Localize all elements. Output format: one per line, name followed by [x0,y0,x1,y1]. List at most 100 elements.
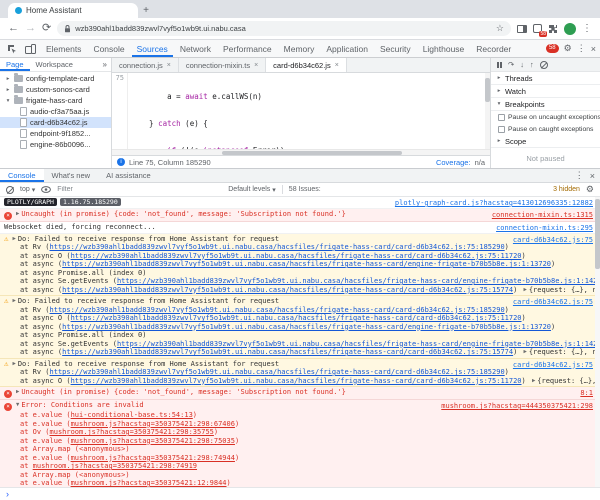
stack-link[interactable]: hui-conditional-base.ts:54:13 [71,411,193,419]
stack-link[interactable]: https://wzb390ahl1badd839zwvl7vyf5o1wb9t… [62,323,551,331]
stack-link[interactable]: https://wzb390ahl1badd839zwvl7vyf5o1wb9t… [62,260,551,268]
checkbox[interactable] [498,126,505,133]
checkbox[interactable] [498,114,505,121]
error-count-badge[interactable]: 58 [546,44,559,53]
step-into-icon[interactable]: ↓ [520,60,524,69]
close-icon[interactable]: × [335,62,339,69]
stack-link[interactable]: mushroom.js?hacstag=350375421:298:67406 [71,420,235,428]
close-icon[interactable]: × [167,62,171,69]
stack-link[interactable]: mushroom.js?hacstag=350375421:298:74944 [71,454,235,462]
hidden-messages-count[interactable]: 3 hidden [553,186,580,193]
expand-icon[interactable]: ▶ [13,297,16,306]
deactivate-breakpoints-icon[interactable] [540,61,548,69]
coverage-link[interactable]: Coverage: [436,158,471,167]
drawer-close-icon[interactable]: × [590,171,595,181]
expand-icon[interactable]: ▶ [532,377,535,386]
expand-icon[interactable]: ▶ [13,360,16,369]
eye-icon[interactable] [41,186,51,193]
section-watch[interactable]: ▸Watch [491,85,600,98]
browser-tab[interactable]: Home Assistant [8,3,138,18]
stack-link[interactable]: mushroom.js?hacstag=350375421:12:9844 [71,479,227,487]
pause-icon[interactable] [497,62,502,68]
stack-link[interactable]: https://wzb390ahl1badd839zwvl7vyf5o1wb9t… [71,252,522,260]
expand-icon[interactable]: ▶ [524,286,527,295]
tab-security[interactable]: Security [375,40,416,57]
clear-console-icon[interactable] [6,186,14,194]
step-out-icon[interactable]: ↑ [530,60,534,69]
source-link[interactable]: card-d6b34c62.js:75 [508,361,593,370]
navigator-more-icon[interactable]: » [99,60,111,69]
tree-folder[interactable]: ▸custom-sonos-card [0,84,111,95]
editor-horizontal-scrollbar[interactable] [112,149,490,155]
object-preview[interactable]: {request: {…}, response: {…}} [529,348,600,356]
stack-link[interactable]: https://wzb390ahl1badd839zwvl7vyf5o1wb9t… [62,348,513,356]
browser-menu-icon[interactable]: ⋮ [582,24,592,34]
bookmark-star-icon[interactable]: ☆ [496,23,504,34]
stack-link[interactable]: https://wzb390ahl1badd839zwvl7vyf5o1wb9t… [71,314,522,322]
stack-link[interactable]: https://wzb390ahl1badd839zwvl7vyf5o1wb9t… [62,286,513,294]
back-icon[interactable]: ← [8,23,19,34]
close-icon[interactable]: × [254,62,258,69]
tab-application[interactable]: Application [321,40,373,57]
pause-caught-row[interactable]: Pause on caught exceptions [491,123,600,135]
expand-icon[interactable]: ▶ [524,348,527,357]
side-panel-icon[interactable] [517,25,527,33]
source-link[interactable]: connection-mixin.ts:295 [491,224,593,233]
tab-network[interactable]: Network [175,40,216,57]
tree-file[interactable]: audio-cf3a75aa.js [0,106,111,117]
tab-elements[interactable]: Elements [41,40,86,57]
section-threads[interactable]: ▸Threads [491,72,600,85]
stack-link[interactable]: https://wzb390ahl1badd839zwvl7vyf5o1wb9t… [50,243,505,251]
source-link[interactable]: card-d6b34c62.js:75 [508,236,593,245]
source-link[interactable]: connection-mixin.ts:1315 [487,211,593,220]
source-link[interactable]: card-d6b34c62.js:75 [508,298,593,307]
editor-tab-active[interactable]: card-d6b34c62.js× [266,58,347,72]
collapse-icon[interactable]: ▼ [16,401,19,410]
step-over-icon[interactable]: ↷ [508,60,514,69]
console-messages[interactable]: PLOTLY/GRAPH1.16.75.185290 plotly-graph-… [0,197,600,487]
tree-folder-open[interactable]: ▾frigate-hass-card [0,95,111,106]
stack-link[interactable]: https://wzb390ahl1badd839zwvl7vyf5o1wb9t… [50,306,505,314]
drawer-tab-console[interactable]: Console [0,169,44,182]
section-breakpoints[interactable]: ▾Breakpoints [491,98,600,111]
source-link[interactable]: plotly-graph-card.js?hacstag=41301269633… [390,199,593,208]
source-link[interactable]: mushroom.js?hacstag=444350375421:298 [436,402,593,411]
editor-tab[interactable]: connection.js× [112,58,179,72]
tree-file[interactable]: endpoint-9f1852... [0,128,111,139]
section-scope[interactable]: ▸Scope [491,135,600,148]
stack-link[interactable]: mushroom.js?hacstag=350375421:298:35755 [50,428,214,436]
tree-folder[interactable]: ▸config-template-card [0,73,111,84]
drawer-tab-whats-new[interactable]: What's new [44,169,99,182]
expand-icon[interactable]: ▶ [13,235,16,244]
console-settings-gear-icon[interactable]: ⚙ [586,184,594,195]
expand-icon[interactable]: ▶ [16,210,19,219]
stack-link[interactable]: https://wzb390ahl1badd839zwvl7vyf5o1wb9t… [117,340,600,348]
navigator-tab-workspace[interactable]: Workspace [30,58,79,71]
tab-sources[interactable]: Sources [132,40,173,57]
drawer-menu-icon[interactable]: ⋮ [575,170,584,181]
inspect-icon[interactable] [4,44,20,54]
issues-counter[interactable]: 58 Issues: [289,186,321,193]
extensions-puzzle-icon[interactable] [548,24,558,34]
console-scrollbar[interactable] [595,197,600,487]
code-area[interactable]: 75 a = await e.callWS(n) } catch (e) { i… [112,73,490,149]
tab-recorder[interactable]: Recorder [471,40,516,57]
drawer-tab-ai-assistance[interactable]: AI assistance [98,169,159,182]
device-toolbar-icon[interactable] [22,44,39,54]
forward-icon[interactable]: → [25,23,36,34]
stack-link[interactable]: mushroom.js?hacstag=350375421:298:74919 [33,462,197,470]
expand-icon[interactable]: ▶ [16,388,19,397]
console-prompt[interactable]: › [0,487,600,500]
log-level-selector[interactable]: Default levels▾ [228,186,276,194]
navigator-tab-page[interactable]: Page [0,58,30,71]
object-preview[interactable]: {request: {…}, response: {…}} [537,377,600,385]
tab-console[interactable]: Console [88,40,129,57]
stack-link[interactable]: https://wzb390ahl1badd839zwvl7vyf5o1wb9t… [50,368,505,376]
tab-memory[interactable]: Memory [279,40,320,57]
tab-performance[interactable]: Performance [218,40,277,57]
tree-file-selected[interactable]: card-d6b34c62.js [0,117,111,128]
extension-icon[interactable]: 58 [533,24,542,33]
editor-tab[interactable]: connection-mixin.ts× [179,58,266,72]
context-selector[interactable]: top▾ [20,186,35,194]
new-tab-button[interactable]: + [138,3,154,18]
